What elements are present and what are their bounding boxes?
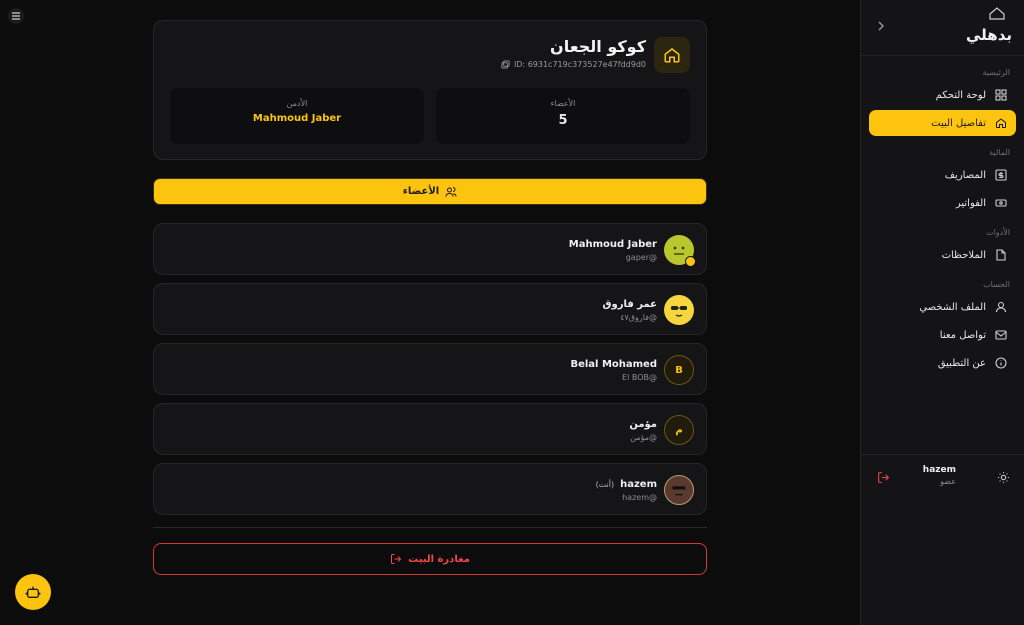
logout-icon: [878, 472, 890, 483]
house-id[interactable]: ID: 6931c719c373527e47fdd9d0: [501, 60, 646, 69]
info-icon: [994, 356, 1008, 370]
you-badge: (أنت): [595, 480, 615, 489]
sidebar-item-label: عن التطبيق: [937, 357, 986, 369]
users-icon: [445, 186, 457, 197]
sidebar-section-label: المالية: [989, 148, 1010, 157]
sidebar-section-label: الأدوات: [986, 228, 1010, 237]
grid-icon: [994, 88, 1008, 102]
menu-icon: [12, 12, 20, 20]
sun-icon: [998, 472, 1009, 483]
member-username: @hazem: [622, 493, 657, 502]
sidebar-item-label: المصاريف: [944, 169, 986, 181]
house-id-text: ID: 6931c719c373527e47fdd9d0: [513, 60, 646, 69]
sidebar-item-house-details[interactable]: تفاصيل البيت: [869, 110, 1016, 136]
home-icon: [994, 116, 1008, 130]
sidebar-item-label: الملاحظات: [941, 249, 986, 261]
house-home-icon: [654, 37, 690, 73]
members-count-value: 5: [558, 113, 568, 128]
list-item[interactable]: hazem (أنت) @hazem: [153, 463, 707, 515]
sidebar: بدهلي الرئيسية لوحة التحكم تفاصيل البيت …: [860, 0, 1024, 625]
robot-icon: [25, 586, 41, 598]
member-name: عمر فاروق: [602, 299, 657, 310]
sidebar-collapse-button[interactable]: [877, 20, 885, 35]
note-icon: [994, 248, 1008, 262]
assistant-bot-button[interactable]: [15, 574, 51, 610]
member-username: @El BOB: [622, 373, 657, 382]
sidebar-item-dashboard[interactable]: لوحة التحكم: [869, 82, 1016, 108]
bill-icon: [994, 196, 1008, 210]
members-tab[interactable]: الأعضاء: [153, 178, 707, 205]
member-name: hazem (أنت): [596, 479, 657, 490]
sidebar-item-label: لوحة التحكم: [935, 89, 986, 101]
house-name: كوكو الجعان: [550, 37, 646, 56]
sidebar-item-label: الملف الشخصي: [919, 301, 986, 313]
theme-toggle-button[interactable]: [997, 469, 1010, 488]
list-item[interactable]: Mahmoud Jaber @gaper: [153, 223, 707, 275]
members-count-label: الأعضاء: [550, 99, 576, 108]
sidebar-user: hazem عضو: [923, 465, 956, 486]
avatar: م: [664, 415, 694, 445]
sidebar-item-label: تفاصيل البيت: [931, 117, 986, 129]
logout-icon: [391, 554, 402, 564]
logout-button[interactable]: [877, 469, 890, 488]
list-item[interactable]: B Belal Mohamed @El BOB: [153, 343, 707, 395]
user-icon: [994, 300, 1008, 314]
chevron-right-icon: [878, 21, 884, 31]
logo-mark-icon: [989, 7, 1005, 20]
sidebar-header: بدهلي: [861, 0, 1024, 56]
sidebar-user-role: عضو: [940, 477, 956, 486]
member-name: Belal Mohamed: [570, 359, 657, 370]
admin-crown-icon: [685, 256, 696, 267]
admin-name: Mahmoud Jaber: [252, 113, 342, 124]
sidebar-item-label: تواصل معنا: [939, 329, 986, 341]
member-name: Mahmoud Jaber: [568, 239, 657, 250]
sidebar-user-name: hazem: [922, 465, 956, 475]
house-info-card: كوكو الجعان ID: 6931c719c373527e47fdd9d0…: [153, 20, 707, 160]
member-username: @gaper: [625, 253, 657, 262]
copy-icon[interactable]: [501, 60, 510, 69]
app-logo: بدهلي: [966, 7, 1012, 44]
admin-stat: الأدمن Mahmoud Jaber: [170, 88, 424, 144]
members-list: Mahmoud Jaber @gaper عمر فاروق @فاروق٤٧ …: [153, 223, 707, 515]
member-name: مؤمن: [629, 419, 657, 430]
list-item[interactable]: عمر فاروق @فاروق٤٧: [153, 283, 707, 335]
dollar-icon: [994, 168, 1008, 182]
sidebar-item-label: الفواتير: [955, 197, 986, 209]
sidebar-item-about[interactable]: عن التطبيق: [869, 350, 1016, 376]
sidebar-section-label: الحساب: [983, 280, 1010, 289]
avatar: [664, 475, 694, 505]
app-logo-text: بدهلي: [966, 26, 1012, 44]
divider: [153, 527, 707, 528]
sidebar-item-bills[interactable]: الفواتير: [869, 190, 1016, 216]
member-name-text: hazem: [620, 479, 657, 490]
sidebar-user-panel: hazem عضو: [861, 454, 1024, 498]
members-tab-label: الأعضاء: [402, 186, 440, 197]
menu-toggle-button[interactable]: [8, 8, 24, 24]
member-username: @فاروق٤٧: [620, 313, 657, 322]
leave-house-button[interactable]: مغادرة البيت: [153, 543, 707, 575]
leave-house-label: مغادرة البيت: [408, 553, 470, 565]
avatar: [664, 295, 694, 325]
member-username: @مؤمن: [630, 433, 657, 442]
sidebar-item-notes[interactable]: الملاحظات: [869, 242, 1016, 268]
avatar: B: [664, 355, 694, 385]
admin-label: الأدمن: [286, 99, 308, 108]
main-content: كوكو الجعان ID: 6931c719c373527e47fdd9d0…: [153, 20, 707, 575]
sidebar-item-profile[interactable]: الملف الشخصي: [869, 294, 1016, 320]
mail-icon: [994, 328, 1008, 342]
sidebar-item-expenses[interactable]: المصاريف: [869, 162, 1016, 188]
sidebar-section-label: الرئيسية: [982, 68, 1010, 77]
members-count-stat: الأعضاء 5: [436, 88, 690, 144]
list-item[interactable]: م مؤمن @مؤمن: [153, 403, 707, 455]
sidebar-item-contact[interactable]: تواصل معنا: [869, 322, 1016, 348]
